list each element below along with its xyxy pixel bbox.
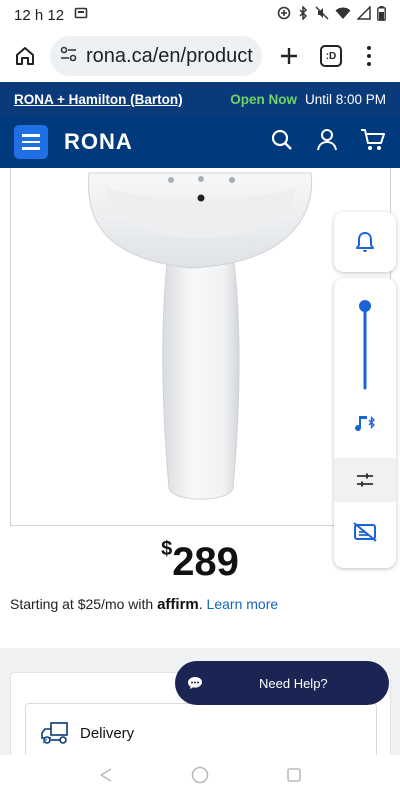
account-icon[interactable] xyxy=(316,128,338,157)
need-help-label: Need Help? xyxy=(259,675,328,691)
store-hours: Until 8:00 PM xyxy=(304,91,386,107)
affirm-logo: affirm xyxy=(157,596,199,613)
store-link[interactable]: RONA + Hamilton (Barton) xyxy=(14,92,183,107)
browser-toolbar: rona.ca/en/product :D xyxy=(0,30,400,82)
price-currency: $ xyxy=(161,538,173,560)
bell-icon xyxy=(356,232,374,252)
screen: 12 h 12 rona.ca/en/product:D RONA + Ham… xyxy=(0,0,400,800)
open-status: Open Now xyxy=(230,91,297,107)
address-bar[interactable]: rona.ca/en/product xyxy=(50,36,262,76)
system-navigation-bar xyxy=(0,755,400,800)
recents-nav-icon[interactable] xyxy=(286,767,302,788)
signal-icon xyxy=(356,5,371,24)
delivery-label: Delivery xyxy=(80,724,135,742)
home-button[interactable] xyxy=(8,39,42,73)
calendar-notification-icon xyxy=(74,6,88,24)
chat-bubble-icon xyxy=(188,677,202,689)
price-value: 289 xyxy=(172,540,239,584)
ring-volume-button[interactable] xyxy=(334,212,396,272)
financing-offer: Starting at $25/mo with affirm. Learn mo… xyxy=(10,596,279,613)
product-price: $289 xyxy=(0,538,400,585)
hamburger-menu-button[interactable] xyxy=(14,125,48,159)
site-header: RONA xyxy=(0,116,400,168)
status-time: 12 h 12 xyxy=(14,6,65,24)
learn-more-link[interactable]: Learn more xyxy=(207,596,279,612)
store-bar: RONA + Hamilton (Barton) Open Now Until … xyxy=(0,82,400,116)
cart-icon[interactable] xyxy=(360,128,386,157)
sliders-icon xyxy=(357,473,373,487)
sound-settings-button[interactable] xyxy=(334,458,396,502)
wifi-icon xyxy=(335,6,351,24)
battery-icon xyxy=(377,5,386,25)
volume-panel xyxy=(334,278,396,568)
plus-icon xyxy=(281,48,297,64)
home-icon xyxy=(16,47,34,65)
tab-switcher-button[interactable]: :D xyxy=(320,45,342,67)
delivery-truck-icon xyxy=(41,722,68,744)
new-tab-button[interactable] xyxy=(274,41,304,71)
home-nav-icon[interactable] xyxy=(190,765,210,790)
financing-text: Starting at $25/mo with xyxy=(10,596,154,612)
search-icon[interactable] xyxy=(270,128,294,157)
back-nav-icon[interactable] xyxy=(98,767,114,788)
need-help-chat-button[interactable]: Need Help? xyxy=(175,661,389,705)
music-bluetooth-icon xyxy=(355,415,375,432)
site-settings-icon[interactable] xyxy=(60,46,78,67)
url-text: rona.ca/en/product xyxy=(86,44,253,67)
browser-menu-button[interactable] xyxy=(364,41,374,71)
delivery-option[interactable]: Delivery xyxy=(25,703,377,763)
rona-logo[interactable]: RONA xyxy=(64,129,133,155)
media-volume-slider[interactable] xyxy=(334,278,396,458)
mute-icon xyxy=(315,6,329,24)
bluetooth-icon xyxy=(297,5,309,24)
data-saver-icon xyxy=(277,6,291,24)
status-bar: 12 h 12 xyxy=(0,0,400,30)
